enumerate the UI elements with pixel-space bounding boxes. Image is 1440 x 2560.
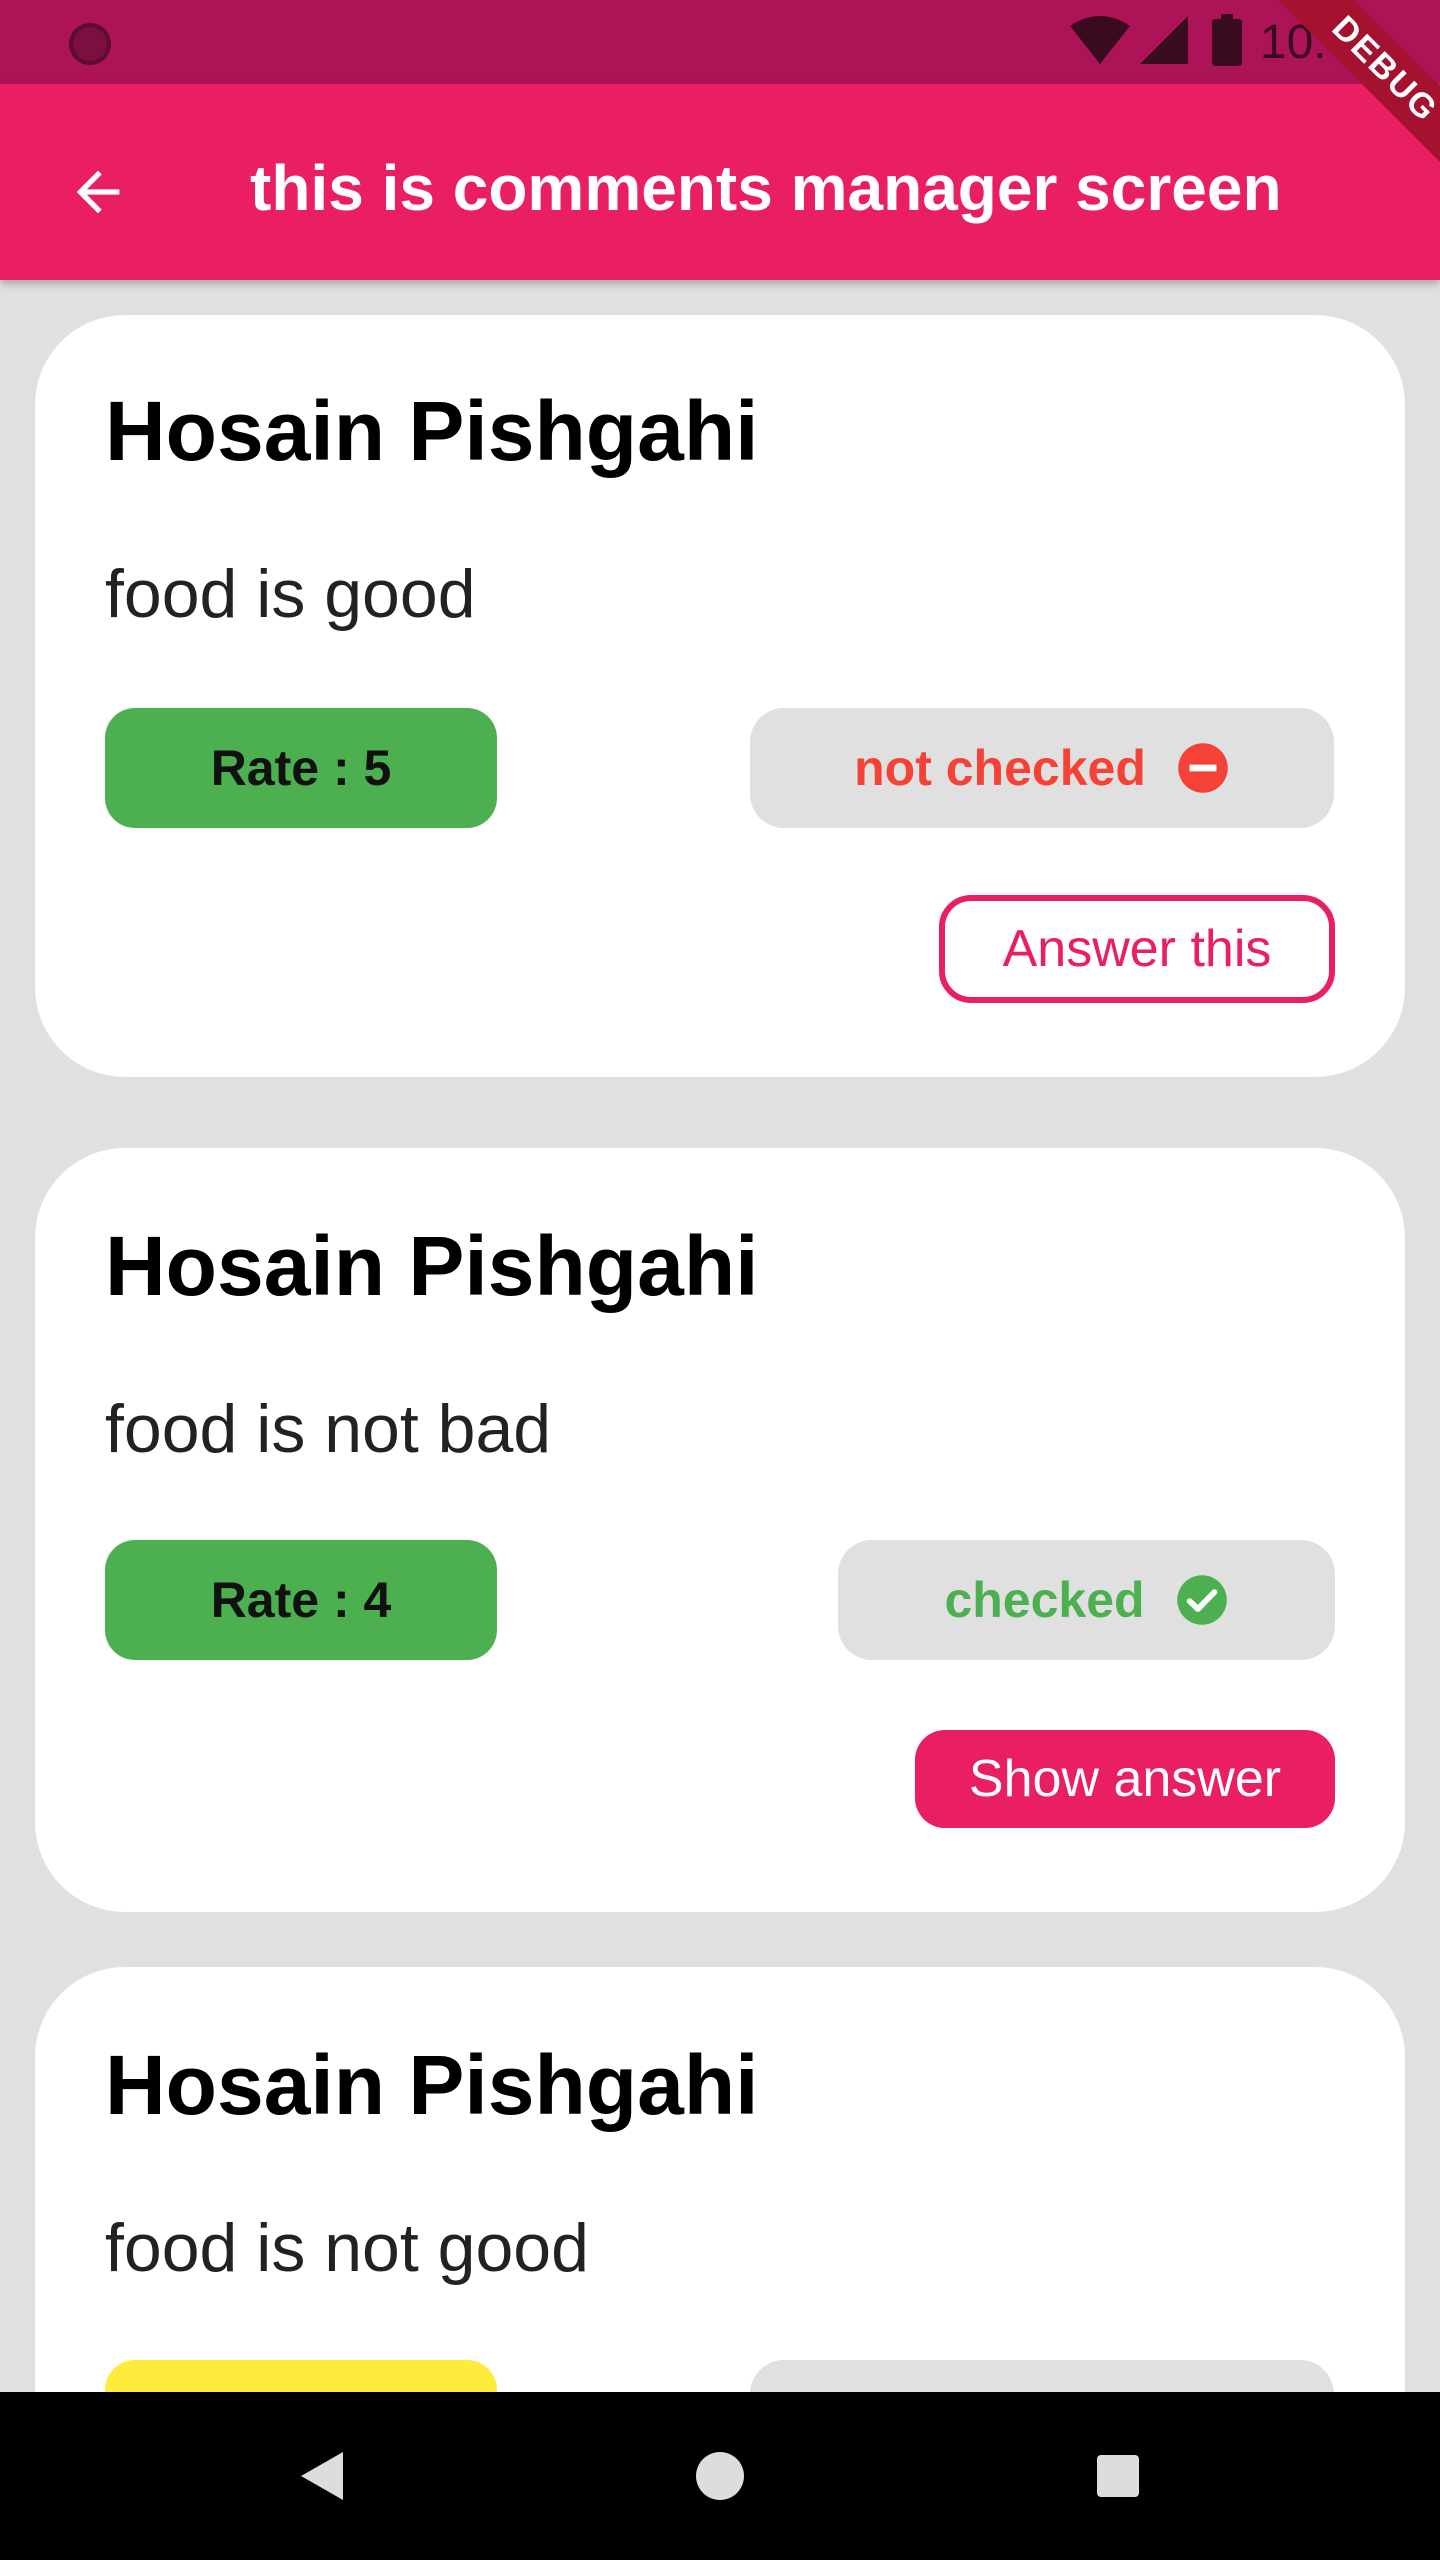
status-bar: 10:46 (0, 0, 1440, 84)
status-label: checked (944, 1572, 1145, 1628)
nav-back-button[interactable] (282, 2436, 362, 2516)
comment-card: Hosain Pishgahi food is good Rate : 5 no… (35, 315, 1405, 1077)
comment-card: Hosain Pishgahi food is not good (35, 1967, 1405, 2392)
app-bar: this is comments manager screen (0, 84, 1440, 280)
rate-label: Rate : 4 (210, 1572, 392, 1628)
status-chip: checked (838, 1540, 1335, 1660)
status-chip (750, 2360, 1334, 2392)
show-answer-label: Show answer (968, 1750, 1282, 1808)
comment-text: food is not bad (105, 1391, 552, 1467)
commenter-name: Hosain Pishgahi (105, 384, 759, 478)
nav-home-button[interactable] (680, 2436, 760, 2516)
comments-list[interactable]: Hosain Pishgahi food is good Rate : 5 no… (0, 280, 1440, 2392)
rate-badge: Rate : 4 (105, 1540, 497, 1660)
nav-back-icon (301, 2452, 343, 2500)
show-answer-button[interactable]: Show answer (915, 1730, 1335, 1828)
system-nav-bar (0, 2392, 1440, 2560)
nav-recents-button[interactable] (1078, 2436, 1158, 2516)
rate-badge: Rate : 5 (105, 708, 497, 828)
check-circle-icon (1175, 1573, 1229, 1627)
nav-home-icon (696, 2452, 744, 2500)
comment-text: food is not good (105, 2210, 589, 2286)
rate-badge (105, 2360, 497, 2392)
battery-icon (1211, 13, 1242, 71)
nav-recents-icon (1097, 2455, 1139, 2497)
commenter-name: Hosain Pishgahi (105, 2038, 759, 2132)
answer-this-label: Answer this (1002, 920, 1272, 978)
comment-card: Hosain Pishgahi food is not bad Rate : 4… (35, 1148, 1405, 1912)
rate-label: Rate : 5 (210, 740, 392, 796)
back-button[interactable] (48, 142, 148, 242)
cellular-signal-icon (1138, 14, 1190, 71)
status-label: not checked (854, 740, 1146, 796)
camera-cutout-icon (69, 23, 111, 65)
commenter-name: Hosain Pishgahi (105, 1219, 759, 1313)
answer-this-button[interactable]: Answer this (939, 895, 1335, 1003)
wifi-icon (1068, 14, 1132, 71)
arrow-back-icon (76, 170, 120, 214)
comment-text: food is good (105, 556, 476, 632)
page-title: this is comments manager screen (250, 152, 1282, 224)
remove-circle-icon (1176, 741, 1230, 795)
status-chip: not checked (750, 708, 1334, 828)
